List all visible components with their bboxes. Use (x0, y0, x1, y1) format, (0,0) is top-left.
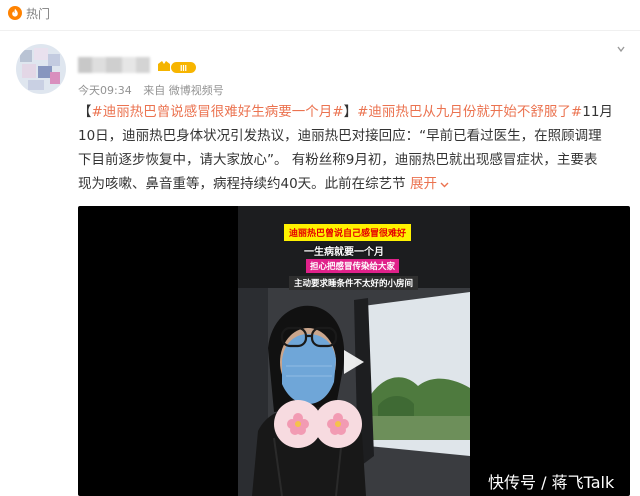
svg-text:III: III (180, 64, 187, 73)
video-caption: 迪丽热巴曾说自己感冒很难好 (284, 224, 412, 241)
post-time: 今天09:34 (78, 84, 132, 97)
watermark-text: 快传号 / 蒋飞Talk (488, 473, 615, 492)
play-icon[interactable] (334, 344, 370, 380)
expand-link[interactable]: 展开 (410, 176, 449, 192)
text-segment: 【 (78, 104, 92, 120)
post-line: 现为咳嗽、鼻音重等，病程持续约40天。此前在综艺节 展开 (78, 172, 630, 196)
avatar[interactable] (16, 44, 66, 94)
video-caption: 担心把感冒传染给大家 (306, 259, 400, 273)
hot-section-bar: 热门 (0, 0, 640, 26)
video-player[interactable]: 迪丽热巴曾说自己感冒很难好 一生病就要一个月 担心把感冒传染给大家 主动要求睡条… (78, 206, 630, 496)
post-source[interactable]: 来自 微博视频号 (143, 84, 224, 97)
hot-label: 热门 (26, 7, 51, 21)
post-line: 【#迪丽热巴曾说感冒很难好生病要一个月#】#迪丽热巴从九月份就开始不舒服了#11… (78, 100, 630, 124)
topic-link[interactable]: #迪丽热巴从九月份就开始不舒服了# (357, 104, 582, 120)
divider (0, 30, 640, 31)
post-line: 10日，迪丽热巴身体状况引发热议，迪丽热巴对接回应：“早前已看过医生，在照顾调理 (78, 124, 630, 148)
video-caption: 主动要求睡条件不太好的小房间 (289, 276, 419, 290)
hot-flame-icon (8, 6, 22, 20)
post-line: 下目前逐步恢复中，请大家放心”。 有粉丝称9月初，迪丽热巴就出现感冒症状，主要表 (78, 148, 630, 172)
text-segment: 10日，迪丽热巴身体状况引发热议，迪丽热巴对接回应：“早前已看过医生，在照顾调理 (78, 128, 602, 144)
username-blurred[interactable] (78, 57, 150, 73)
vip-level-badge-icon: III (158, 61, 196, 73)
video-caption: 一生病就要一个月 (304, 247, 384, 258)
topic-link[interactable]: #迪丽热巴曾说感冒很难好生病要一个月# (92, 104, 344, 120)
more-options-chevron-icon[interactable] (616, 42, 626, 58)
post-meta: 今天09:34 来自 微博视频号 (78, 82, 232, 98)
chevron-down-icon (440, 182, 449, 187)
post-text: 【#迪丽热巴曾说感冒很难好生病要一个月#】#迪丽热巴从九月份就开始不舒服了#11… (78, 100, 630, 196)
text-segment: 11月 (582, 104, 613, 120)
expand-label: 展开 (409, 176, 437, 192)
text-segment: 现为咳嗽、鼻音重等，病程持续约40天。此前在综艺节 (78, 176, 410, 192)
text-segment: 】 (343, 104, 358, 120)
text-segment: 下目前逐步恢复中，请大家放心”。 有粉丝称9月初，迪丽热巴就出现感冒症状，主要表 (78, 152, 598, 168)
